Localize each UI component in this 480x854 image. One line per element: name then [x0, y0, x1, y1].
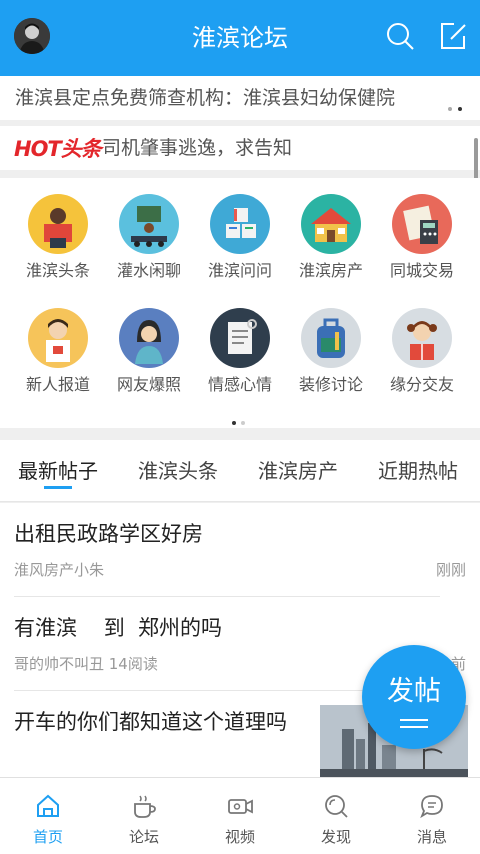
pager-dot — [241, 421, 245, 425]
nav-label: 消息 — [416, 828, 447, 846]
reading-person-icon — [28, 194, 88, 254]
tab-headlines[interactable]: 淮滨头条 — [138, 456, 218, 486]
bottom-nav: 首页 论坛 视频 发现 消息 — [0, 777, 480, 854]
post-title: 有淮滨 到 郑州的吗 — [14, 616, 223, 640]
notepad-icon — [210, 308, 270, 368]
post-title: 出租民政路学区好房 — [14, 522, 203, 546]
compose-icon[interactable] — [438, 20, 470, 52]
app-header: 淮滨论坛 — [0, 0, 480, 76]
post-title: 开车的你们都知道这个道理吗 — [14, 710, 287, 734]
new-post-button[interactable]: 发帖 — [362, 645, 466, 749]
nav-label: 发现 — [320, 828, 351, 846]
hot-logo: HOT头条 — [14, 137, 102, 161]
newcomer-icon — [28, 308, 88, 368]
category-item-chat[interactable]: 灌水闲聊 — [104, 194, 194, 282]
category-item-decor[interactable]: 装修讨论 — [286, 308, 376, 396]
nav-home[interactable]: 首页 — [0, 778, 96, 854]
category-label: 情感心情 — [207, 375, 272, 394]
number-blocks-icon — [210, 194, 270, 254]
video-icon — [228, 799, 253, 814]
backpack-icon — [301, 308, 361, 368]
message-icon — [420, 795, 443, 819]
grid-pager — [232, 410, 250, 429]
tab-hot[interactable]: 近期热帖 — [378, 456, 458, 486]
girl-book-icon — [392, 308, 452, 368]
pager-dot — [448, 107, 452, 111]
post-meta: 淮风房产小朱 — [14, 561, 105, 579]
nav-forum[interactable]: 论坛 — [96, 778, 192, 854]
nav-video[interactable]: 视频 — [192, 778, 288, 854]
category-item-toutiao[interactable]: 淮滨头条 — [13, 194, 103, 282]
category-label: 灌水闲聊 — [116, 261, 181, 280]
category-label: 淮滨头条 — [25, 261, 90, 280]
nav-label: 首页 — [32, 828, 63, 846]
category-label: 新人报道 — [25, 375, 90, 394]
category-label: 淮滨房产 — [298, 261, 363, 280]
nav-label: 视频 — [224, 828, 255, 846]
category-label: 网友爆照 — [116, 375, 181, 394]
hot-headline[interactable]: HOT头条 司机肇事逃逸，求告知 — [0, 126, 480, 170]
category-item-questions[interactable]: 淮滨问问 — [195, 194, 285, 282]
search-icon[interactable] — [384, 20, 416, 52]
category-label: 装修讨论 — [298, 375, 363, 394]
nav-label: 论坛 — [128, 828, 159, 846]
post-tabs: 最新帖子 淮滨头条 淮滨房产 近期热帖 — [0, 440, 480, 502]
notice-pager — [442, 96, 462, 115]
hot-headline-text: 司机肇事逃逸，求告知 — [102, 137, 293, 159]
new-post-label: 发帖 — [387, 676, 441, 707]
category-item-newcomer[interactable]: 新人报道 — [13, 308, 103, 396]
post-time: 刚刚 — [435, 561, 466, 579]
house-icon — [301, 194, 361, 254]
category-grid: 淮滨头条 灌水闲聊 淮滨问问 淮滨房产 同城交易 新人报道 网友爆照 情感心情 … — [0, 178, 480, 428]
category-item-housing[interactable]: 淮滨房产 — [286, 194, 376, 282]
coffee-icon — [134, 795, 156, 818]
active-tab-indicator — [44, 486, 72, 489]
woman-photo-icon — [119, 308, 179, 368]
tab-latest[interactable]: 最新帖子 — [18, 456, 98, 486]
category-label: 淮滨问问 — [207, 261, 272, 280]
discover-icon — [325, 795, 348, 818]
pager-dot-active — [232, 421, 236, 425]
nav-discover[interactable]: 发现 — [288, 778, 384, 854]
list-item[interactable]: 出租民政路学区好房 淮风房产小朱 刚刚 — [0, 503, 480, 596]
notice-text: 淮滨县定点免费筛查机构：淮滨县妇幼保健院 — [15, 87, 396, 109]
category-label: 缘分交友 — [389, 375, 454, 394]
classroom-icon — [119, 194, 179, 254]
tab-housing[interactable]: 淮滨房产 — [258, 456, 338, 486]
category-label: 同城交易 — [389, 261, 454, 280]
notice-banner[interactable]: 淮滨县定点免费筛查机构：淮滨县妇幼保健院 — [0, 76, 480, 120]
home-icon — [37, 794, 59, 817]
category-item-mood[interactable]: 情感心情 — [195, 308, 285, 396]
category-item-photos[interactable]: 网友爆照 — [104, 308, 194, 396]
menu-lines-icon — [400, 719, 428, 733]
post-meta: 哥的帅不叫丑 14阅读 — [14, 655, 158, 673]
nav-messages[interactable]: 消息 — [384, 778, 480, 854]
category-item-dating[interactable]: 缘分交友 — [377, 308, 467, 396]
pager-dot-active — [458, 107, 462, 111]
category-item-trade[interactable]: 同城交易 — [377, 194, 467, 282]
calculator-icon — [392, 194, 452, 254]
